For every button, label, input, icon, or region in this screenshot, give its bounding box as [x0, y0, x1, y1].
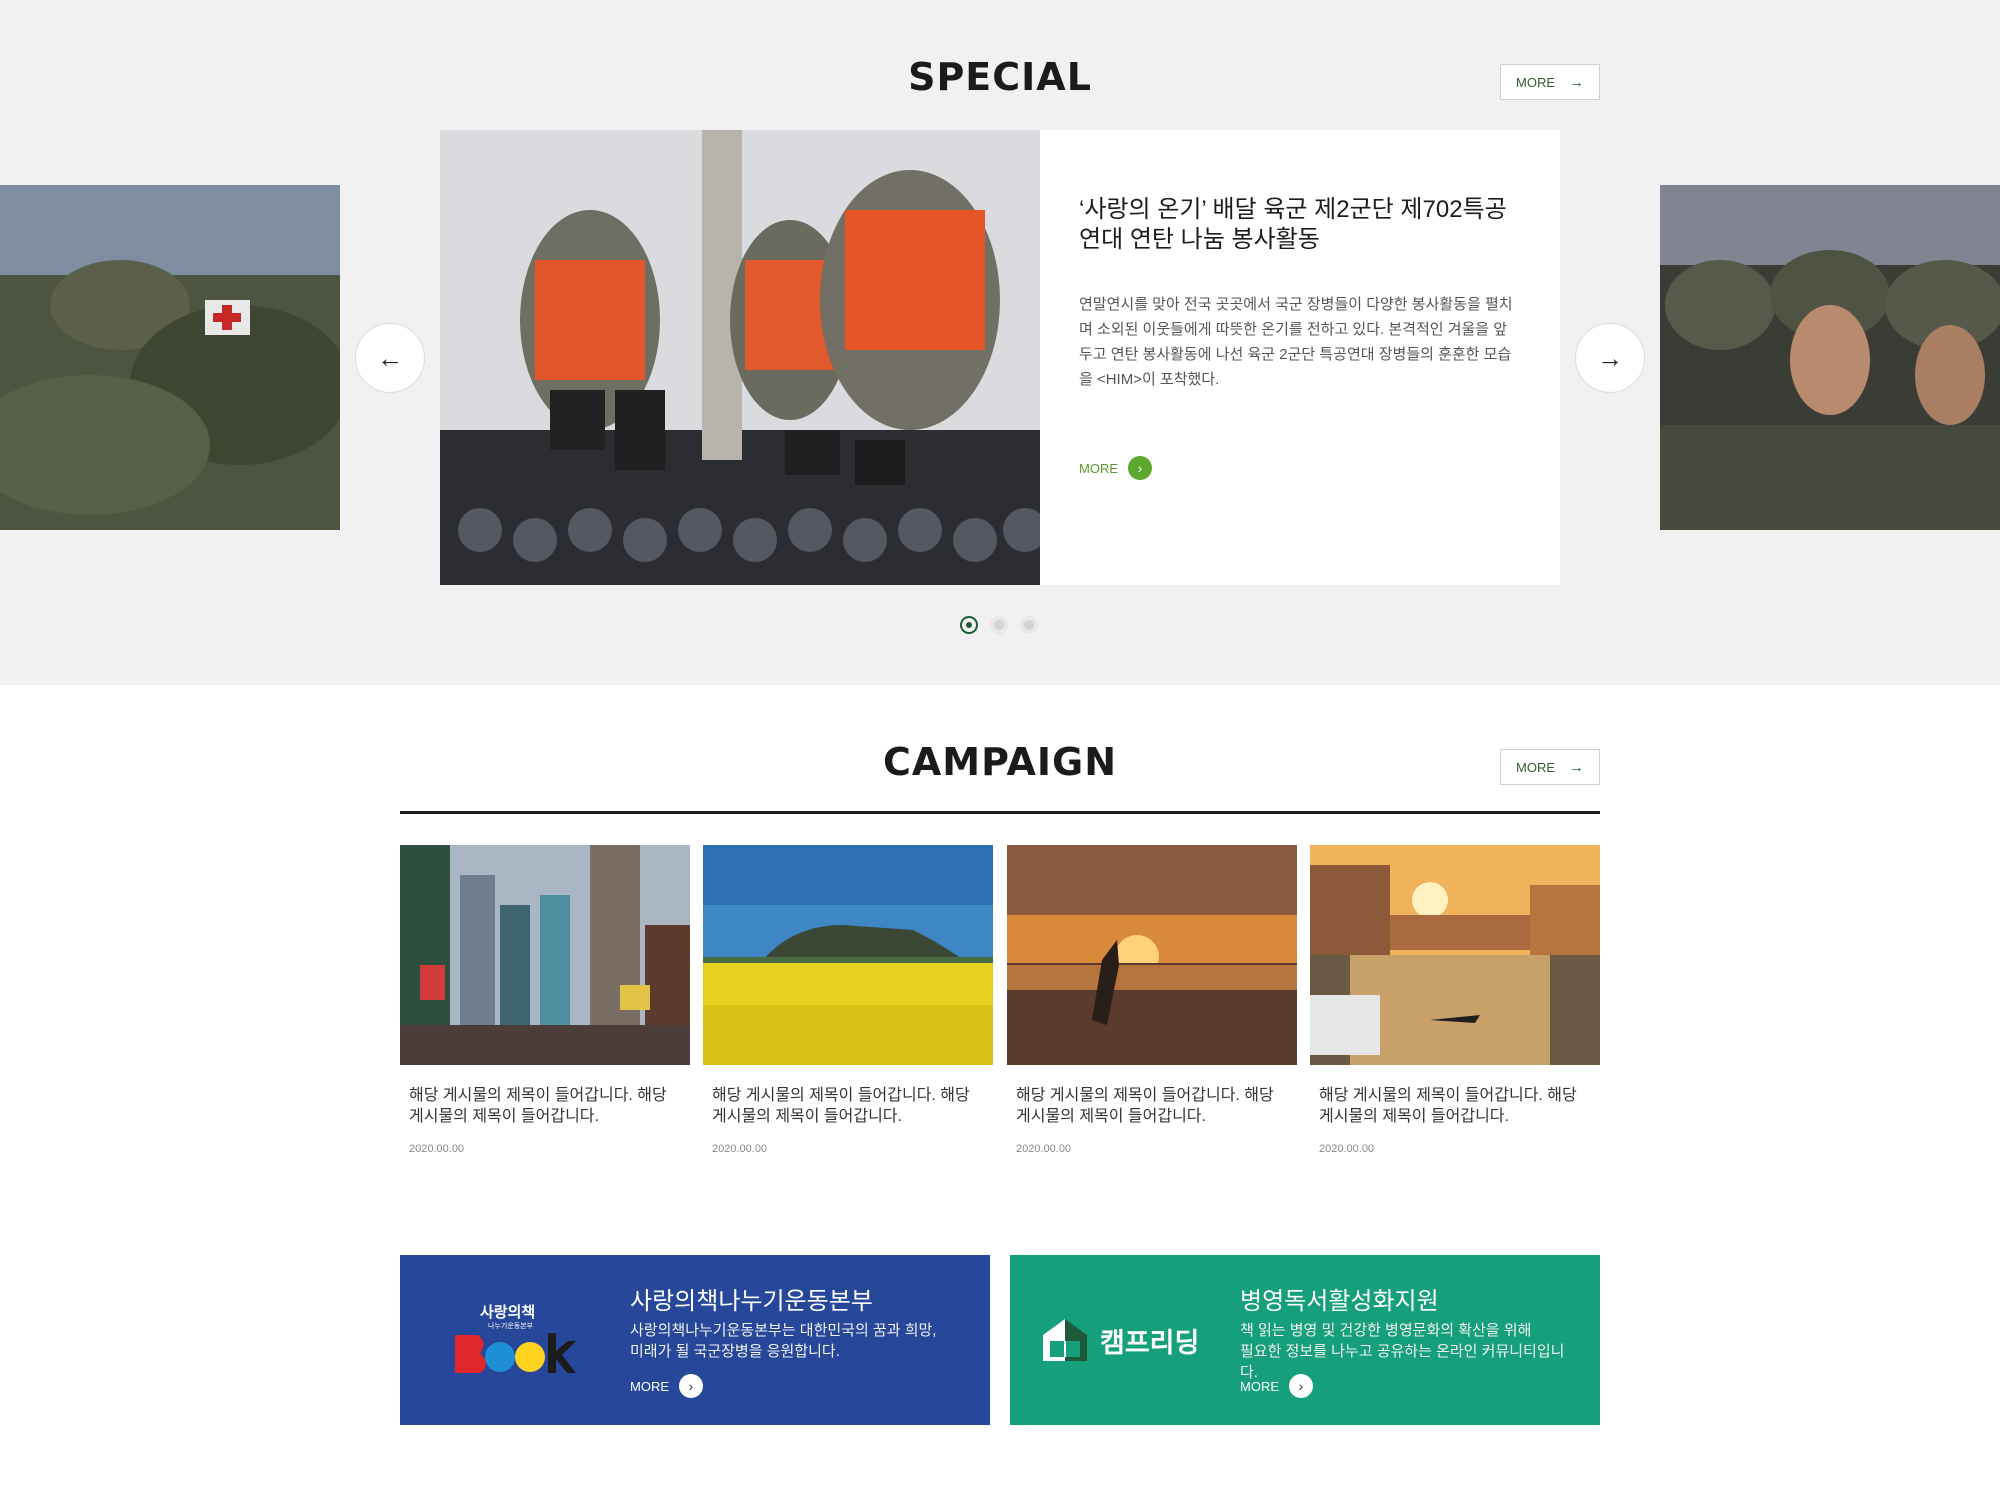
campaign-item-date: 2020.00.00	[1319, 1143, 1375, 1155]
campaign-item-title[interactable]: 해당 게시물의 제목이 들어갑니다. 해당 게시물의 제목이 들어갑니다.	[400, 1085, 680, 1127]
campaign-item-title[interactable]: 해당 게시물의 제목이 들어갑니다. 해당 게시물의 제목이 들어갑니다.	[1310, 1085, 1590, 1127]
book-banner-description: 사랑의책나누기운동본부는 대한민국의 꿈과 희망, 미래가 될 국군장병을 응원…	[630, 1320, 970, 1362]
arrow-right-icon: →	[1597, 342, 1623, 373]
campaign-item-title[interactable]: 해당 게시물의 제목이 들어갑니다. 해당 게시물의 제목이 들어갑니다.	[703, 1085, 983, 1127]
campaign-item[interactable]: 해당 게시물의 제목이 들어갑니다. 해당 게시물의 제목이 들어갑니다. 20…	[1007, 845, 1297, 1155]
special-slide-more-label: MORE	[1079, 460, 1118, 476]
pager-dot-3[interactable]	[1020, 616, 1038, 634]
campaign-more-button[interactable]: MORE →	[1500, 749, 1600, 785]
book-sharing-banner[interactable]: 사랑의책 나누기운동본부 사랑의책나누기운동본부 사랑의책나누기운동본부는 대한…	[400, 1255, 990, 1425]
next-slide-image[interactable]	[1660, 185, 2000, 530]
book-banner-more-link[interactable]: MORE ›	[630, 1374, 703, 1398]
campaign-item-date: 2020.00.00	[712, 1143, 768, 1155]
special-more-label: MORE	[1516, 74, 1555, 90]
special-slide-description: 연말연시를 맞아 전국 곳곳에서 국군 장병들이 다양한 봉사활동을 펼치며 소…	[1079, 296, 1513, 388]
camp-reading-banner-more-label: MORE	[1240, 1378, 1279, 1394]
house-book-icon	[1043, 1319, 1087, 1361]
special-slide-card: ‘사랑의 온기’ 배달 육군 제2군단 제702특공연대 연탄 나눔 봉사활동 …	[440, 130, 1560, 585]
camp-reading-desc-line1: 책 읽는 병영 및 건강한 병영문화의 확산을 위해	[1240, 1322, 1532, 1339]
chevron-right-icon: ›	[679, 1374, 703, 1398]
special-slide-title[interactable]: ‘사랑의 온기’ 배달 육군 제2군단 제702특공연대 연탄 나눔 봉사활동	[1079, 195, 1519, 255]
campaign-item[interactable]: 해당 게시물의 제목이 들어갑니다. 해당 게시물의 제목이 들어갑니다. 20…	[400, 845, 690, 1155]
chevron-right-icon: ›	[1128, 456, 1152, 480]
special-slide-image[interactable]	[440, 130, 1040, 585]
campaign-thumbnail[interactable]	[1007, 845, 1297, 1065]
campaign-item-date: 2020.00.00	[1016, 1143, 1072, 1155]
camp-reading-banner[interactable]: 캠프리딩 병영독서활성화지원 책 읽는 병영 및 건강한 병영문화의 확산을 위…	[1010, 1255, 1600, 1425]
camp-reading-banner-title: 병영독서활성화지원	[1240, 1288, 1439, 1315]
book-banner-more-label: MORE	[630, 1378, 669, 1394]
special-section: SPECIAL MORE → ← → ‘사랑의 온기’ 배달 육군 제2군단 제…	[0, 0, 2000, 685]
prev-slide-button[interactable]: ←	[355, 323, 425, 393]
camp-reading-logo: 캠프리딩	[1040, 1305, 1220, 1375]
campaign-item[interactable]: 해당 게시물의 제목이 들어갑니다. 해당 게시물의 제목이 들어갑니다. 20…	[1310, 845, 1600, 1155]
chevron-right-icon: ›	[1289, 1374, 1313, 1398]
campaign-item-date: 2020.00.00	[409, 1143, 465, 1155]
campaign-item[interactable]: 해당 게시물의 제목이 들어갑니다. 해당 게시물의 제목이 들어갑니다. 20…	[703, 845, 993, 1155]
special-slide-more-link[interactable]: MORE ›	[1079, 456, 1152, 480]
book-banner-desc-line2: 미래가 될 국군장병을 응원합니다.	[630, 1343, 840, 1360]
next-slide-button[interactable]: →	[1575, 323, 1645, 393]
special-pager	[960, 616, 1038, 634]
book-banner-desc-line1: 사랑의책나누기운동본부는 대한민국의 꿈과 희망,	[630, 1322, 937, 1339]
campaign-thumbnail[interactable]	[1310, 845, 1600, 1065]
pager-dot-1[interactable]	[962, 618, 976, 632]
campaign-thumbnail[interactable]	[703, 845, 993, 1065]
book-logo: 사랑의책 나누기운동본부	[450, 1295, 580, 1385]
book-logo-sub: 나누기운동본부	[488, 1321, 534, 1330]
pager-dot-2[interactable]	[990, 616, 1008, 634]
arrow-left-icon: ←	[377, 342, 403, 373]
book-logo-small: 사랑의책	[480, 1303, 535, 1321]
campaign-thumbnail[interactable]	[400, 845, 690, 1065]
campaign-item-title[interactable]: 해당 게시물의 제목이 들어갑니다. 해당 게시물의 제목이 들어갑니다.	[1007, 1085, 1287, 1127]
campaign-title: CAMPAIGN	[882, 740, 1117, 784]
special-title: SPECIAL	[908, 55, 1092, 99]
camp-reading-banner-more-link[interactable]: MORE ›	[1240, 1374, 1313, 1398]
campaign-more-label: MORE	[1516, 759, 1555, 775]
arrow-right-icon: →	[1569, 758, 1584, 776]
prev-slide-image[interactable]	[0, 185, 340, 530]
special-more-button[interactable]: MORE →	[1500, 64, 1600, 100]
camp-reading-logo-text: 캠프리딩	[1100, 1327, 1200, 1358]
campaign-divider	[400, 811, 1600, 814]
book-banner-title: 사랑의책나누기운동본부	[630, 1288, 873, 1315]
arrow-right-icon: →	[1569, 73, 1584, 91]
